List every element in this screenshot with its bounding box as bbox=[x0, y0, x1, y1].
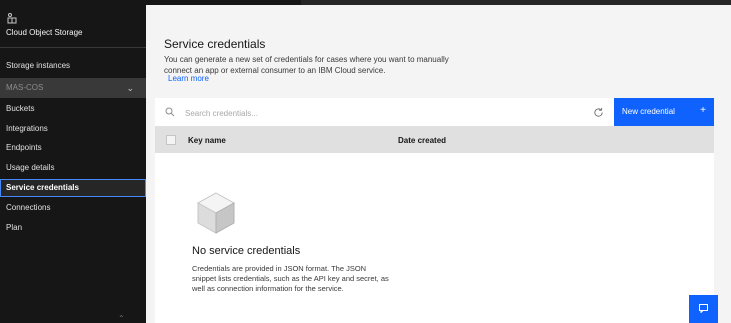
help-button[interactable] bbox=[689, 295, 718, 323]
new-credential-button[interactable]: New credential + bbox=[614, 98, 714, 126]
sidebar: Cloud Object Storage Storage instances M… bbox=[0, 0, 146, 323]
search-icon bbox=[165, 107, 175, 117]
refresh-icon[interactable] bbox=[593, 107, 604, 118]
select-all-checkbox[interactable] bbox=[166, 135, 176, 145]
learn-more-link[interactable]: Learn more bbox=[168, 74, 209, 83]
chevron-down-icon: ⌄ bbox=[126, 83, 134, 93]
sidebar-item-storage-instances[interactable]: Storage instances bbox=[0, 57, 146, 75]
sidebar-section-instance[interactable]: MAS-COS ⌄ bbox=[0, 78, 146, 98]
object-storage-icon bbox=[7, 13, 17, 24]
column-key-name[interactable]: Key name bbox=[188, 136, 226, 145]
add-icon: + bbox=[700, 105, 706, 116]
sidebar-item-endpoints[interactable]: Endpoints bbox=[0, 139, 146, 157]
page-title: Service credentials bbox=[164, 37, 266, 51]
table-toolbar bbox=[155, 98, 614, 126]
page-description: You can generate a new set of credential… bbox=[164, 55, 449, 75]
collapse-icon[interactable]: ⌃ bbox=[118, 314, 128, 323]
sidebar-item-plan[interactable]: Plan bbox=[0, 219, 146, 237]
table-header: Key name Date created bbox=[155, 126, 714, 153]
sidebar-section-label: MAS-COS bbox=[6, 83, 44, 92]
sidebar-item-usage-details[interactable]: Usage details bbox=[0, 159, 146, 177]
main-content: Service credentials You can generate a n… bbox=[146, 5, 731, 323]
sidebar-item-connections[interactable]: Connections bbox=[0, 199, 146, 217]
column-date-created[interactable]: Date created bbox=[398, 136, 446, 145]
search-input[interactable] bbox=[183, 104, 567, 122]
sidebar-title: Cloud Object Storage bbox=[6, 28, 83, 37]
empty-state: No service credentials Credentials are p… bbox=[155, 153, 714, 323]
help-icon bbox=[699, 304, 708, 313]
empty-state-title: No service credentials bbox=[192, 245, 301, 257]
sidebar-item-buckets[interactable]: Buckets bbox=[0, 100, 146, 118]
cube-icon bbox=[196, 192, 236, 234]
sidebar-item-service-credentials[interactable]: Service credentials bbox=[0, 179, 146, 197]
new-credential-label: New credential bbox=[622, 107, 675, 116]
empty-state-description: Credentials are provided in JSON format.… bbox=[192, 264, 389, 293]
sidebar-divider bbox=[0, 47, 146, 48]
sidebar-item-integrations[interactable]: Integrations bbox=[0, 120, 146, 138]
